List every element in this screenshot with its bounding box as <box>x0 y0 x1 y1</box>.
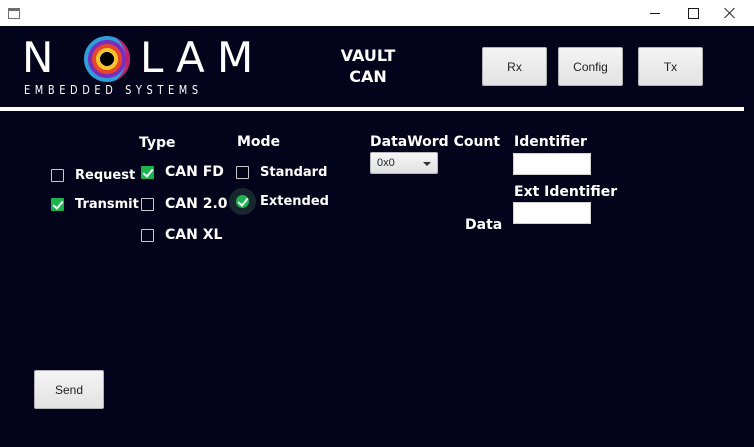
can-xl-checkbox[interactable] <box>141 228 154 242</box>
transmit-label: Transmit <box>75 196 139 212</box>
dataword-count-heading: DataWord Count <box>370 134 501 150</box>
standard-checkbox[interactable] <box>236 165 249 179</box>
logo-letter-a: A <box>176 33 205 82</box>
close-icon <box>724 7 736 19</box>
standard-option[interactable]: Standard <box>236 162 327 182</box>
can-fd-option[interactable]: CAN FD <box>141 162 224 182</box>
request-option[interactable]: Request <box>51 165 135 185</box>
window-titlebar <box>0 0 754 26</box>
ext-identifier-input[interactable] <box>513 202 591 224</box>
extended-option[interactable]: Extended <box>236 191 329 211</box>
standard-label: Standard <box>260 164 328 180</box>
logo-letter-m: M <box>217 33 254 82</box>
app-title-line2: CAN <box>349 67 387 86</box>
header-divider <box>0 107 744 111</box>
chevron-down-icon <box>423 162 431 166</box>
request-label: Request <box>75 167 136 183</box>
rx-button[interactable]: Rx <box>482 47 547 86</box>
app-window-icon <box>8 8 20 19</box>
can-fd-label: CAN FD <box>165 164 224 180</box>
logo-letter-l: L <box>140 33 164 82</box>
can-20-option[interactable]: CAN 2.0 <box>141 194 228 214</box>
type-heading: Type <box>139 135 176 151</box>
config-button[interactable]: Config <box>558 47 623 86</box>
extended-checkbox[interactable] <box>236 194 249 208</box>
app-title: VAULT CAN <box>330 45 406 87</box>
request-checkbox[interactable] <box>51 168 64 182</box>
close-button[interactable] <box>707 0 753 26</box>
can-xl-option[interactable]: CAN XL <box>141 225 222 245</box>
company-logo: N L A M <box>22 33 253 82</box>
tx-button[interactable]: Tx <box>638 47 703 86</box>
minimize-icon <box>650 12 660 14</box>
can-20-label: CAN 2.0 <box>165 196 228 212</box>
can-fd-checkbox[interactable] <box>141 165 154 179</box>
logo-letter-n: N <box>22 33 54 82</box>
mode-heading: Mode <box>237 134 281 150</box>
identifier-heading: Identifier <box>514 134 587 150</box>
logo-eye-icon <box>84 36 130 82</box>
transmit-option[interactable]: Transmit <box>51 194 139 214</box>
extended-label: Extended <box>260 193 329 209</box>
data-heading: Data <box>465 217 503 233</box>
can-20-checkbox[interactable] <box>141 197 154 211</box>
transmit-checkbox[interactable] <box>51 197 64 211</box>
maximize-icon <box>687 7 699 19</box>
can-xl-label: CAN XL <box>165 227 223 243</box>
dataword-count-value: 0x0 <box>377 157 395 169</box>
ext-identifier-heading: Ext Identifier <box>514 184 618 200</box>
dataword-count-dropdown[interactable]: 0x0 <box>370 152 438 174</box>
logo-tagline: EMBEDDED SYSTEMS <box>24 83 203 97</box>
send-button[interactable]: Send <box>34 370 104 409</box>
app-title-line1: VAULT <box>340 46 396 65</box>
identifier-input[interactable] <box>513 153 591 175</box>
